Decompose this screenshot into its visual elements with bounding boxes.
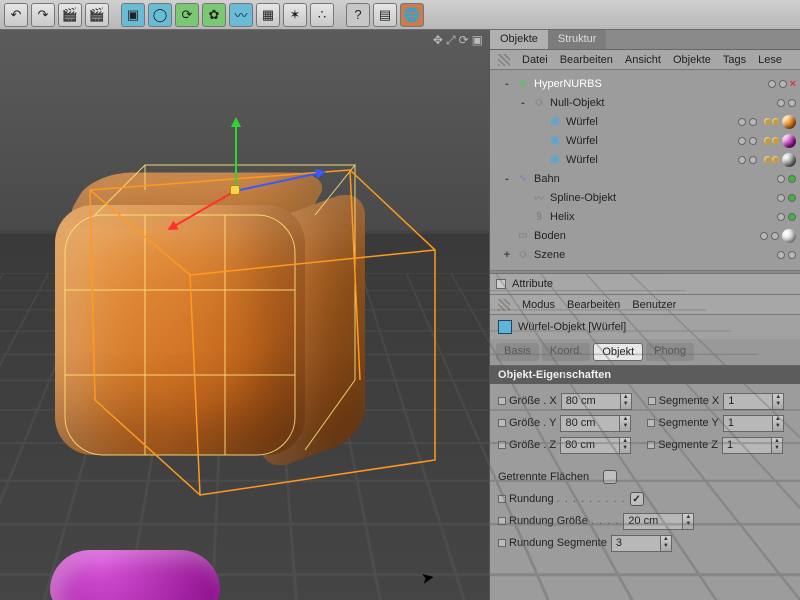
- expand-toggle[interactable]: -: [518, 97, 528, 109]
- bezier-button[interactable]: 〰: [229, 3, 253, 27]
- spline2-icon: 〰: [532, 191, 546, 205]
- hierarchy-label[interactable]: Würfel: [566, 154, 676, 166]
- hierarchy-label[interactable]: Null-Objekt: [550, 97, 660, 109]
- axis-center[interactable]: [230, 185, 240, 195]
- layer-dots[interactable]: [760, 229, 796, 243]
- redo-button[interactable]: ↷: [31, 3, 55, 27]
- hierarchy-label[interactable]: Helix: [550, 211, 660, 223]
- vp-zoom-icon[interactable]: ⤢: [446, 33, 456, 48]
- om-menu-view[interactable]: Ansicht: [625, 54, 661, 66]
- layer-dots[interactable]: [777, 251, 796, 259]
- hierarchy-row[interactable]: -◆ HyperNURBS ×: [494, 74, 796, 93]
- expand-toggle[interactable]: -: [502, 78, 512, 90]
- cube-icon: ▣: [548, 153, 562, 167]
- axis-y[interactable]: [235, 120, 237, 190]
- viewport-nav-icons: ✥ ⤢ ⟳ ▣: [433, 33, 483, 48]
- sweep-button[interactable]: ⟳: [175, 3, 199, 27]
- layer-dots[interactable]: [738, 115, 796, 129]
- tab-objects[interactable]: Objekte: [490, 30, 548, 49]
- undo-button[interactable]: ↶: [4, 3, 28, 27]
- material-ball-white[interactable]: [782, 229, 796, 243]
- om-menu-edit[interactable]: Bearbeiten: [560, 54, 613, 66]
- primitive-cube-button[interactable]: ▣: [121, 3, 145, 27]
- particles-button[interactable]: ∴: [310, 3, 334, 27]
- layer-dots[interactable]: [777, 99, 796, 107]
- floor-icon: ▭: [516, 229, 530, 243]
- om-menu: Datei Bearbeiten Ansicht Objekte Tags Le…: [490, 50, 800, 70]
- vp-maximize-icon[interactable]: ▣: [472, 33, 483, 48]
- om-menu-file[interactable]: Datei: [522, 54, 548, 66]
- globe-button[interactable]: 🌐: [400, 3, 424, 27]
- hierarchy-row[interactable]: ▣ Würfel: [494, 112, 796, 131]
- hierarchy-label[interactable]: Szene: [534, 249, 644, 261]
- clapper-a-button[interactable]: 🎬: [58, 3, 82, 27]
- tag-icons[interactable]: [764, 137, 779, 144]
- hierarchy-label[interactable]: Bahn: [534, 173, 644, 185]
- cube-icon: ▣: [548, 115, 562, 129]
- main-toolbar: ↶ ↷ 🎬 🎬 ▣ ◯ ⟳ ✿ 〰 ▦ ✶ ∴ ? ▤ 🌐: [0, 0, 800, 30]
- layer-dots[interactable]: [738, 153, 796, 167]
- hierarchy-row[interactable]: ▭ Boden: [494, 226, 796, 245]
- layer-dots[interactable]: [777, 194, 796, 202]
- object-hierarchy[interactable]: -◆HyperNURBS×-◇Null-Objekt▣Würfel▣Würfel…: [490, 70, 800, 270]
- purple-object[interactable]: [50, 550, 220, 600]
- layer-dots[interactable]: ×: [768, 78, 796, 90]
- hierarchy-row[interactable]: + ◇ Szene: [494, 245, 796, 264]
- layer-dots[interactable]: [777, 213, 796, 221]
- material-ball-orange[interactable]: [782, 115, 796, 129]
- viewport[interactable]: ✥ ⤢ ⟳ ▣ ➤: [0, 30, 490, 600]
- om-menu-tags[interactable]: Tags: [723, 54, 746, 66]
- hierarchy-row[interactable]: ▣ Würfel: [494, 150, 796, 169]
- spline-icon: ∿: [516, 172, 530, 186]
- panel-grip-icon[interactable]: [498, 54, 510, 66]
- hierarchy-row[interactable]: -∿ Bahn: [494, 169, 796, 188]
- cube-icon: [498, 320, 512, 334]
- expand-toggle[interactable]: -: [502, 173, 512, 185]
- null-icon: ◇: [516, 248, 530, 262]
- material-ball-purple[interactable]: [782, 134, 796, 148]
- hn-icon: ◆: [516, 77, 530, 91]
- hierarchy-row[interactable]: -◇ Null-Objekt: [494, 93, 796, 112]
- tag-icons[interactable]: [764, 156, 779, 163]
- tag-icons[interactable]: [764, 118, 779, 125]
- material-ball-grey[interactable]: [782, 153, 796, 167]
- array-button[interactable]: ▦: [256, 3, 280, 27]
- cube-icon: ▣: [548, 134, 562, 148]
- hierarchy-label[interactable]: Boden: [534, 230, 644, 242]
- vp-rotate-icon[interactable]: ⟳: [459, 33, 469, 48]
- torus-button[interactable]: ◯: [148, 3, 172, 27]
- scatter-button[interactable]: ✶: [283, 3, 307, 27]
- close-icon[interactable]: ×: [790, 78, 796, 90]
- null-icon: ◇: [532, 96, 546, 110]
- layer-dots[interactable]: [738, 134, 796, 148]
- om-menu-more[interactable]: Lese: [758, 54, 782, 66]
- clapper-b-button[interactable]: 🎬: [85, 3, 109, 27]
- cursor-icon: ➤: [419, 567, 436, 589]
- expand-toggle[interactable]: +: [502, 249, 512, 261]
- helix-icon: §: [532, 210, 546, 224]
- tab-structure[interactable]: Struktur: [548, 30, 607, 49]
- hierarchy-label[interactable]: HyperNURBS: [534, 78, 644, 90]
- help-button[interactable]: ?: [346, 3, 370, 27]
- flower-button[interactable]: ✿: [202, 3, 226, 27]
- hierarchy-row[interactable]: § Helix: [494, 207, 796, 226]
- vp-move-icon[interactable]: ✥: [433, 33, 443, 48]
- hierarchy-label[interactable]: Spline-Objekt: [550, 192, 660, 204]
- om-tabs: Objekte Struktur: [490, 30, 800, 50]
- hierarchy-label[interactable]: Würfel: [566, 135, 676, 147]
- om-menu-objects[interactable]: Objekte: [673, 54, 711, 66]
- hierarchy-row[interactable]: 〰 Spline-Objekt: [494, 188, 796, 207]
- layer-dots[interactable]: [777, 175, 796, 183]
- hierarchy-row[interactable]: ▣ Würfel: [494, 131, 796, 150]
- hierarchy-label[interactable]: Würfel: [566, 116, 676, 128]
- selection-bounds: [40, 100, 460, 500]
- spreadsheet-button[interactable]: ▤: [373, 3, 397, 27]
